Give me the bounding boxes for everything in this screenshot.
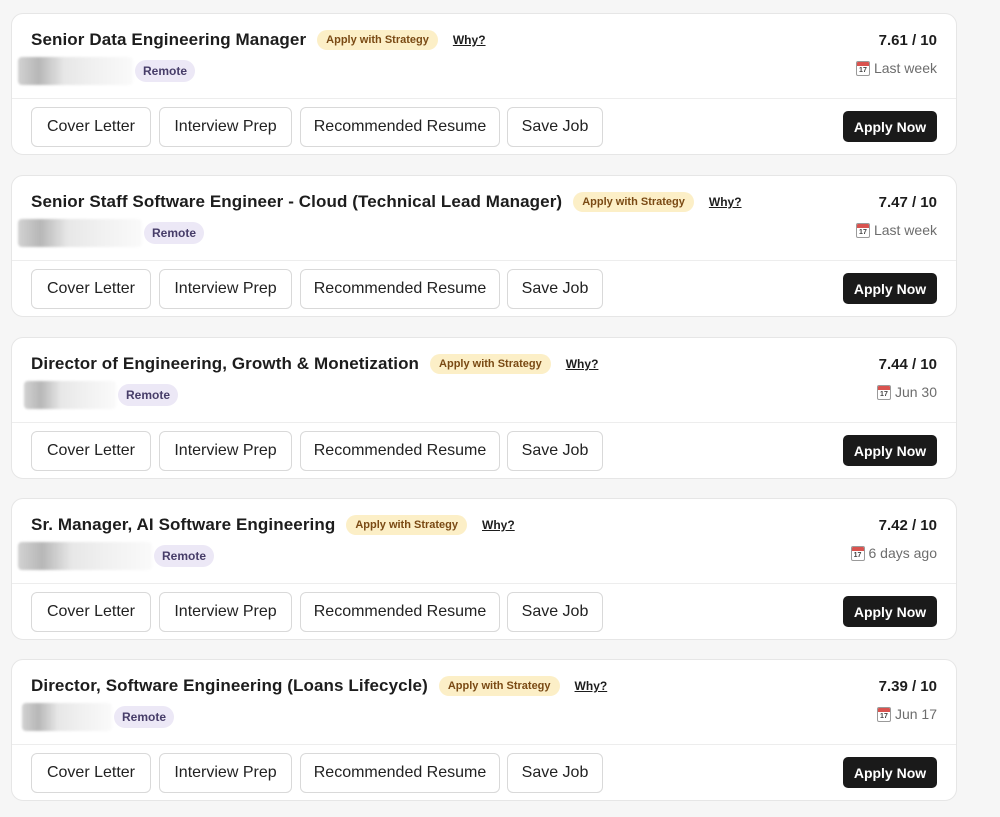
job-card: Sr. Manager, AI Software Engineering App… — [11, 498, 957, 640]
why-link[interactable]: Why? — [482, 518, 515, 532]
calendar-icon — [876, 706, 891, 722]
recommended-resume-button[interactable]: Recommended Resume — [300, 107, 500, 147]
company-name-redacted — [22, 703, 112, 731]
interview-prep-button[interactable]: Interview Prep — [159, 107, 292, 147]
apply-now-button[interactable]: Apply Now — [843, 757, 937, 788]
apply-with-strategy-badge: Apply with Strategy — [438, 676, 560, 696]
match-score: 7.39 / 10 — [878, 678, 937, 695]
save-job-button[interactable]: Save Job — [507, 753, 603, 793]
interview-prep-button[interactable]: Interview Prep — [159, 431, 292, 471]
calendar-icon — [855, 60, 870, 76]
posted-date: Jun 17 — [876, 706, 937, 722]
apply-now-button[interactable]: Apply Now — [843, 111, 937, 142]
posted-date-text: Last week — [873, 222, 937, 238]
calendar-icon — [855, 222, 870, 238]
job-card-header: Director of Engineering, Growth & Moneti… — [12, 338, 956, 423]
posted-date-text: Jun 30 — [894, 384, 937, 400]
match-score: 7.47 / 10 — [878, 194, 937, 211]
save-job-button[interactable]: Save Job — [507, 592, 603, 632]
apply-with-strategy-badge: Apply with Strategy — [430, 354, 551, 374]
posted-date-text: Last week — [873, 60, 937, 76]
job-title-row: Director of Engineering, Growth & Moneti… — [31, 354, 598, 374]
company-name-redacted — [18, 219, 142, 247]
cover-letter-button[interactable]: Cover Letter — [31, 269, 151, 309]
why-link[interactable]: Why? — [453, 33, 486, 47]
company-row: Remote — [18, 542, 215, 570]
match-score: 7.44 / 10 — [878, 356, 937, 373]
job-title-row: Senior Staff Software Engineer - Cloud (… — [31, 192, 742, 212]
apply-with-strategy-badge: Apply with Strategy — [346, 515, 468, 535]
company-row: Remote — [18, 219, 205, 247]
save-job-button[interactable]: Save Job — [507, 431, 603, 471]
posted-date: Last week — [855, 60, 937, 76]
recommended-resume-button[interactable]: Recommended Resume — [300, 592, 500, 632]
posted-date: Last week — [855, 222, 937, 238]
job-title[interactable]: Sr. Manager, AI Software Engineering — [31, 515, 335, 535]
company-name-redacted — [18, 542, 152, 570]
why-link[interactable]: Why? — [709, 195, 742, 209]
apply-now-button[interactable]: Apply Now — [843, 273, 937, 304]
job-card-actions: Cover Letter Interview Prep Recommended … — [12, 584, 956, 640]
remote-badge: Remote — [114, 706, 175, 728]
job-card: Director of Engineering, Growth & Moneti… — [11, 337, 957, 479]
remote-badge: Remote — [118, 384, 179, 406]
match-score: 7.42 / 10 — [878, 517, 937, 534]
remote-badge: Remote — [144, 222, 205, 244]
interview-prep-button[interactable]: Interview Prep — [159, 592, 292, 632]
calendar-icon — [876, 384, 891, 400]
recommended-resume-button[interactable]: Recommended Resume — [300, 431, 500, 471]
company-name-redacted — [24, 381, 116, 409]
company-name-redacted — [18, 57, 133, 85]
job-card-header: Senior Staff Software Engineer - Cloud (… — [12, 176, 956, 261]
posted-date: Jun 30 — [876, 384, 937, 400]
job-title[interactable]: Director, Software Engineering (Loans Li… — [31, 676, 428, 696]
job-card-actions: Cover Letter Interview Prep Recommended … — [12, 261, 956, 317]
save-job-button[interactable]: Save Job — [507, 107, 603, 147]
interview-prep-button[interactable]: Interview Prep — [159, 269, 292, 309]
cover-letter-button[interactable]: Cover Letter — [31, 431, 151, 471]
job-title[interactable]: Director of Engineering, Growth & Moneti… — [31, 354, 419, 374]
cover-letter-button[interactable]: Cover Letter — [31, 592, 151, 632]
job-card: Director, Software Engineering (Loans Li… — [11, 659, 957, 801]
calendar-icon — [850, 545, 865, 561]
why-link[interactable]: Why? — [566, 357, 599, 371]
why-link[interactable]: Why? — [575, 679, 608, 693]
company-row: Remote — [18, 703, 175, 731]
apply-with-strategy-badge: Apply with Strategy — [317, 30, 438, 50]
cover-letter-button[interactable]: Cover Letter — [31, 753, 151, 793]
posted-date-text: Jun 17 — [894, 706, 937, 722]
job-card-actions: Cover Letter Interview Prep Recommended … — [12, 745, 956, 801]
job-card-header: Director, Software Engineering (Loans Li… — [12, 660, 956, 745]
recommended-resume-button[interactable]: Recommended Resume — [300, 753, 500, 793]
job-card: Senior Staff Software Engineer - Cloud (… — [11, 175, 957, 317]
apply-now-button[interactable]: Apply Now — [843, 596, 937, 627]
save-job-button[interactable]: Save Job — [507, 269, 603, 309]
job-card-header: Senior Data Engineering Manager Apply wi… — [12, 14, 956, 99]
job-title-row: Senior Data Engineering Manager Apply wi… — [31, 30, 486, 50]
posted-date-text: 6 days ago — [868, 545, 938, 561]
job-card-actions: Cover Letter Interview Prep Recommended … — [12, 99, 956, 155]
apply-now-button[interactable]: Apply Now — [843, 435, 937, 466]
job-card-header: Sr. Manager, AI Software Engineering App… — [12, 499, 956, 584]
match-score: 7.61 / 10 — [878, 32, 937, 49]
recommended-resume-button[interactable]: Recommended Resume — [300, 269, 500, 309]
job-title-row: Sr. Manager, AI Software Engineering App… — [31, 515, 515, 535]
cover-letter-button[interactable]: Cover Letter — [31, 107, 151, 147]
remote-badge: Remote — [135, 60, 196, 82]
remote-badge: Remote — [154, 545, 215, 567]
company-row: Remote — [18, 57, 196, 85]
company-row: Remote — [18, 381, 179, 409]
job-card: Senior Data Engineering Manager Apply wi… — [11, 13, 957, 155]
job-title-row: Director, Software Engineering (Loans Li… — [31, 676, 607, 696]
job-title[interactable]: Senior Staff Software Engineer - Cloud (… — [31, 192, 562, 212]
job-title[interactable]: Senior Data Engineering Manager — [31, 30, 306, 50]
posted-date: 6 days ago — [850, 545, 938, 561]
job-card-actions: Cover Letter Interview Prep Recommended … — [12, 423, 956, 479]
apply-with-strategy-badge: Apply with Strategy — [573, 192, 694, 212]
interview-prep-button[interactable]: Interview Prep — [159, 753, 292, 793]
